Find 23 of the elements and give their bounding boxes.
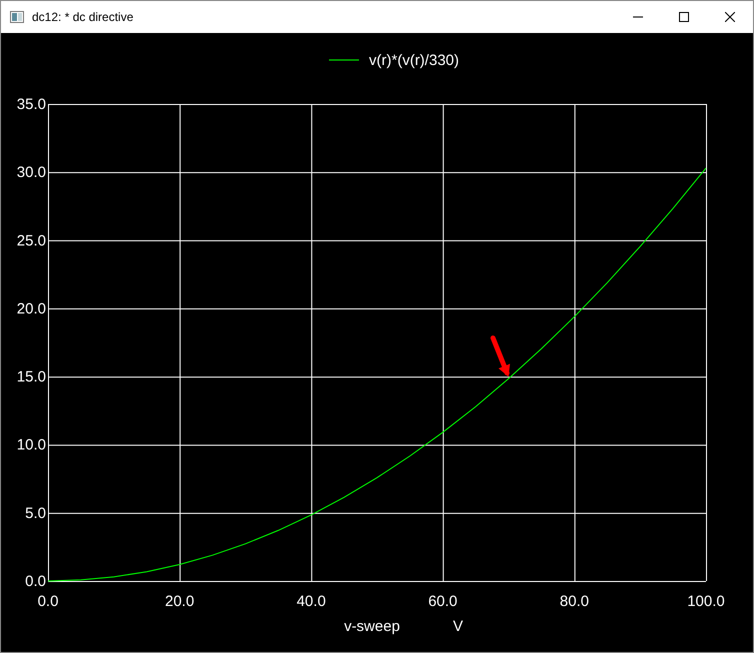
x-tick-label: 100.0 <box>687 593 725 610</box>
y-tick-label: 15.0 <box>16 368 46 386</box>
y-tick-label: 20.0 <box>16 300 46 318</box>
x-tick-label: 60.0 <box>428 593 458 610</box>
x-axis-label: v-sweep <box>344 618 400 635</box>
y-tick-label: 35.0 <box>16 96 46 113</box>
close-icon <box>725 12 735 22</box>
x-tick-label: 20.0 <box>165 593 194 610</box>
x-tick-label: 80.0 <box>560 593 589 610</box>
x-axis-unit: V <box>453 618 463 635</box>
minimize-icon <box>633 16 643 18</box>
maximize-icon <box>679 12 689 22</box>
app-icon <box>10 11 24 23</box>
legend-label: v(r)*(v(r)/330) <box>369 52 459 69</box>
window-title: dc12: * dc directive <box>32 10 134 24</box>
y-tick-label: 10.0 <box>16 436 46 454</box>
y-tick-label: 30.0 <box>16 164 46 182</box>
y-tick-label: 5.0 <box>25 504 46 522</box>
arrow-marker <box>490 336 510 377</box>
y-tick-label: 25.0 <box>16 232 46 250</box>
x-tick-label: 0.0 <box>38 593 58 610</box>
x-tick-label: 40.0 <box>296 593 326 610</box>
y-tick-label: 0.0 <box>25 573 46 590</box>
